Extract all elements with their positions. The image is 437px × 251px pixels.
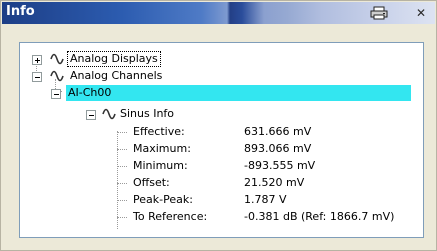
sine-wave-icon <box>50 70 64 82</box>
tree-node-label: Analog Channels <box>70 69 163 82</box>
sine-wave-icon <box>50 53 64 65</box>
collapse-icon[interactable] <box>86 110 96 120</box>
tree-connector <box>117 200 127 201</box>
property-name: Offset: <box>133 176 170 189</box>
tree-connector <box>117 183 127 184</box>
property-row[interactable]: Peak-Peak: 1.787 V <box>20 192 423 208</box>
collapse-icon[interactable] <box>32 72 42 82</box>
info-panel: Info ✕ Analog Displays Analog Channels A… <box>0 0 437 251</box>
collapse-icon[interactable] <box>51 89 61 99</box>
property-value: 631.666 mV <box>244 125 312 138</box>
panel-title: Info <box>6 4 35 19</box>
property-row[interactable]: Minimum: -893.555 mV <box>20 158 423 174</box>
tree-node-label: Analog Displays <box>67 51 161 67</box>
tree-node-label: Sinus Info <box>120 107 175 120</box>
info-tree[interactable]: Analog Displays Analog Channels AI-Ch00 … <box>19 42 424 238</box>
close-icon: ✕ <box>415 6 427 20</box>
property-row[interactable]: Maximum: 893.066 mV <box>20 141 423 157</box>
panel-titlebar[interactable]: Info ✕ <box>2 2 435 24</box>
tree-connector <box>117 132 127 133</box>
tree-connector <box>117 217 127 218</box>
tree-node-analog-displays[interactable]: Analog Displays <box>20 51 423 67</box>
property-value: -893.555 mV <box>244 159 316 172</box>
expand-icon[interactable] <box>32 55 42 65</box>
property-value: -0.381 dB (Ref: 1866.7 mV) <box>244 210 395 223</box>
close-button[interactable]: ✕ <box>411 5 431 21</box>
tree-node-sinus-info[interactable]: Sinus Info <box>20 106 423 122</box>
property-name: Maximum: <box>133 142 191 155</box>
property-name: Minimum: <box>133 159 188 172</box>
sine-wave-icon <box>102 108 116 120</box>
property-value: 893.066 mV <box>244 142 312 155</box>
tree-connector <box>117 149 127 150</box>
property-row[interactable]: Effective: 631.666 mV <box>20 124 423 140</box>
tree-node-label: AI-Ch00 <box>66 85 411 101</box>
printer-icon <box>370 6 388 20</box>
tree-node-ai-ch00[interactable]: AI-Ch00 <box>20 85 423 101</box>
property-value: 21.520 mV <box>244 176 305 189</box>
tree-node-analog-channels[interactable]: Analog Channels <box>20 68 423 84</box>
property-row[interactable]: To Reference: -0.381 dB (Ref: 1866.7 mV) <box>20 209 423 225</box>
property-value: 1.787 V <box>244 193 287 206</box>
property-name: Peak-Peak: <box>133 193 193 206</box>
property-name: Effective: <box>133 125 185 138</box>
property-row[interactable]: Offset: 21.520 mV <box>20 175 423 191</box>
tree-connector <box>117 166 127 167</box>
print-button[interactable] <box>369 5 389 21</box>
property-name: To Reference: <box>133 210 208 223</box>
